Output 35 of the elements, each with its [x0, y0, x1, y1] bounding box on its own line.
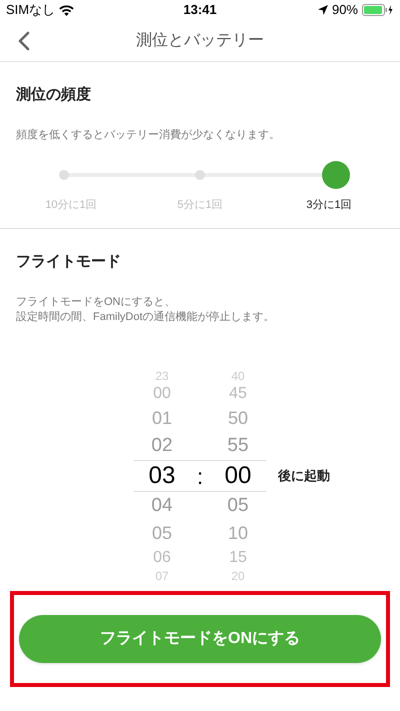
section-description: 設定時間の間、FamilyDotの通信機能が停止します。	[16, 310, 276, 325]
wifi-icon	[59, 4, 74, 16]
picker-value[interactable]: 06	[153, 547, 171, 569]
picker-value[interactable]: 15	[229, 547, 247, 569]
status-time: 13:41	[183, 1, 217, 20]
slider-stop[interactable]	[195, 170, 205, 180]
section-description: フライトモードをONにすると、	[16, 295, 176, 310]
battery-charging-icon	[362, 4, 394, 16]
picker-value[interactable]: 05	[152, 520, 172, 547]
picker-value[interactable]: 02	[151, 432, 173, 460]
frequency-option[interactable]: 10分に1回	[36, 197, 106, 214]
picker-value[interactable]: 45	[229, 383, 247, 405]
picker-value[interactable]: 50	[228, 405, 248, 432]
picker-value[interactable]: 00	[224, 460, 252, 492]
picker-separator: :	[196, 462, 204, 490]
section-heading: 測位の頻度	[16, 85, 92, 105]
slider-stop[interactable]	[59, 170, 69, 180]
picker-suffix: 後に起動	[278, 467, 330, 486]
picker-value[interactable]: 03	[148, 460, 176, 492]
picker-value[interactable]: 00	[153, 383, 171, 405]
carrier-label: SIMなし	[6, 1, 56, 20]
picker-value[interactable]: 04	[151, 492, 173, 520]
frequency-option[interactable]: 3分に1回	[294, 197, 364, 214]
picker-value[interactable]: 10	[228, 520, 248, 547]
picker-value[interactable]: 55	[227, 432, 249, 460]
frequency-option[interactable]: 5分に1回	[165, 197, 235, 214]
section-description: 頻度を低くするとバッテリー消費が少なくなります。	[16, 128, 281, 142]
location-arrow-icon	[318, 5, 328, 15]
battery-percent: 90%	[332, 1, 358, 20]
slider-thumb[interactable]	[322, 161, 350, 189]
picker-value[interactable]: 05	[227, 492, 249, 520]
flight-mode-on-button[interactable]: フライトモードをONにする	[19, 615, 381, 663]
section-heading: フライトモード	[16, 252, 122, 272]
screen-title: 測位とバッテリー	[136, 30, 264, 50]
picker-value[interactable]: 01	[152, 405, 172, 432]
